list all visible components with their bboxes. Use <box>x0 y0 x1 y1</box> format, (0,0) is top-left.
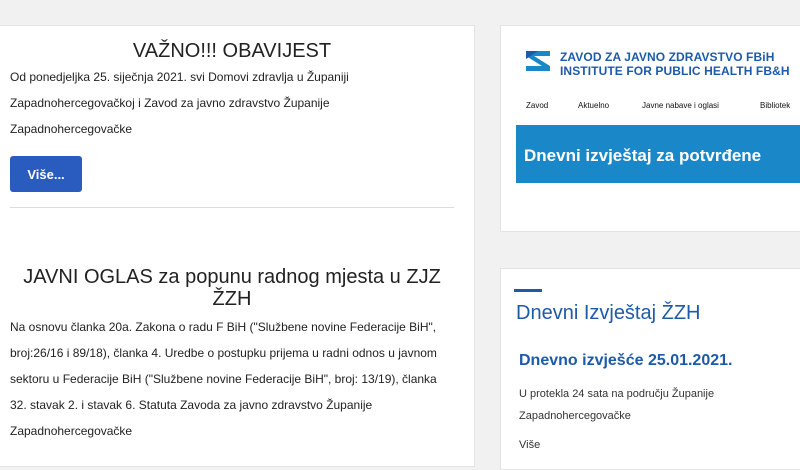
heading-accent-bar <box>514 289 542 292</box>
banner-nav-biblioteka[interactable]: Bibliotek <box>760 101 790 110</box>
banner-highlight-band: Dnevni izvještaj za potvrđene <box>516 125 800 183</box>
daily-report-excerpt: U protekla 24 sata na području Županije … <box>519 388 715 422</box>
article-excerpt-important-notice: Od ponedjeljka 25. siječnja 2021. svi Do… <box>10 70 349 136</box>
banner-headline: Dnevni izvještaj za potvrđene <box>524 146 762 165</box>
fbih-banner-widget: ZAVOD ZA JAVNO ZDRAVSTVO FBiH INSTITUTE … <box>500 25 800 232</box>
daily-report-widget: Dnevni Izvještaj ŽZH Dnevno izvješće 25.… <box>500 268 800 470</box>
daily-report-link-title[interactable]: Dnevno izvješće 25.01.2021. <box>519 352 732 370</box>
read-more-button[interactable]: Više... <box>10 156 82 192</box>
daily-report-more-link[interactable]: Više <box>519 439 540 451</box>
article-title-important-notice[interactable]: VAŽNO!!! OBAVIJEST <box>10 40 454 62</box>
article-divider <box>10 207 454 208</box>
news-column: VAŽNO!!! OBAVIJEST Od ponedjeljka 25. si… <box>0 25 475 467</box>
banner-logo-line-1: ZAVOD ZA JAVNO ZDRAVSTVO FBiH <box>560 50 775 64</box>
article-title-job-posting[interactable]: JAVNI OGLAS za popunu radnog mjesta u ZJ… <box>10 266 454 310</box>
banner-logo-line-2: INSTITUTE FOR PUBLIC HEALTH FB&H <box>560 64 790 78</box>
zzjz-logo-icon <box>526 51 550 71</box>
fbih-daily-report-banner[interactable]: ZAVOD ZA JAVNO ZDRAVSTVO FBiH INSTITUTE … <box>516 36 800 186</box>
article-excerpt-job-posting: Na osnovu članka 20a. Zakona o radu F Bi… <box>10 320 437 438</box>
banner-nav-zavod[interactable]: Zavod <box>526 101 548 110</box>
banner-nav-javne-nabave[interactable]: Javne nabave i oglasi <box>642 101 719 110</box>
banner-nav-aktuelno[interactable]: Aktuelno <box>578 101 609 110</box>
daily-report-heading: Dnevni Izvještaj ŽZH <box>516 302 701 324</box>
